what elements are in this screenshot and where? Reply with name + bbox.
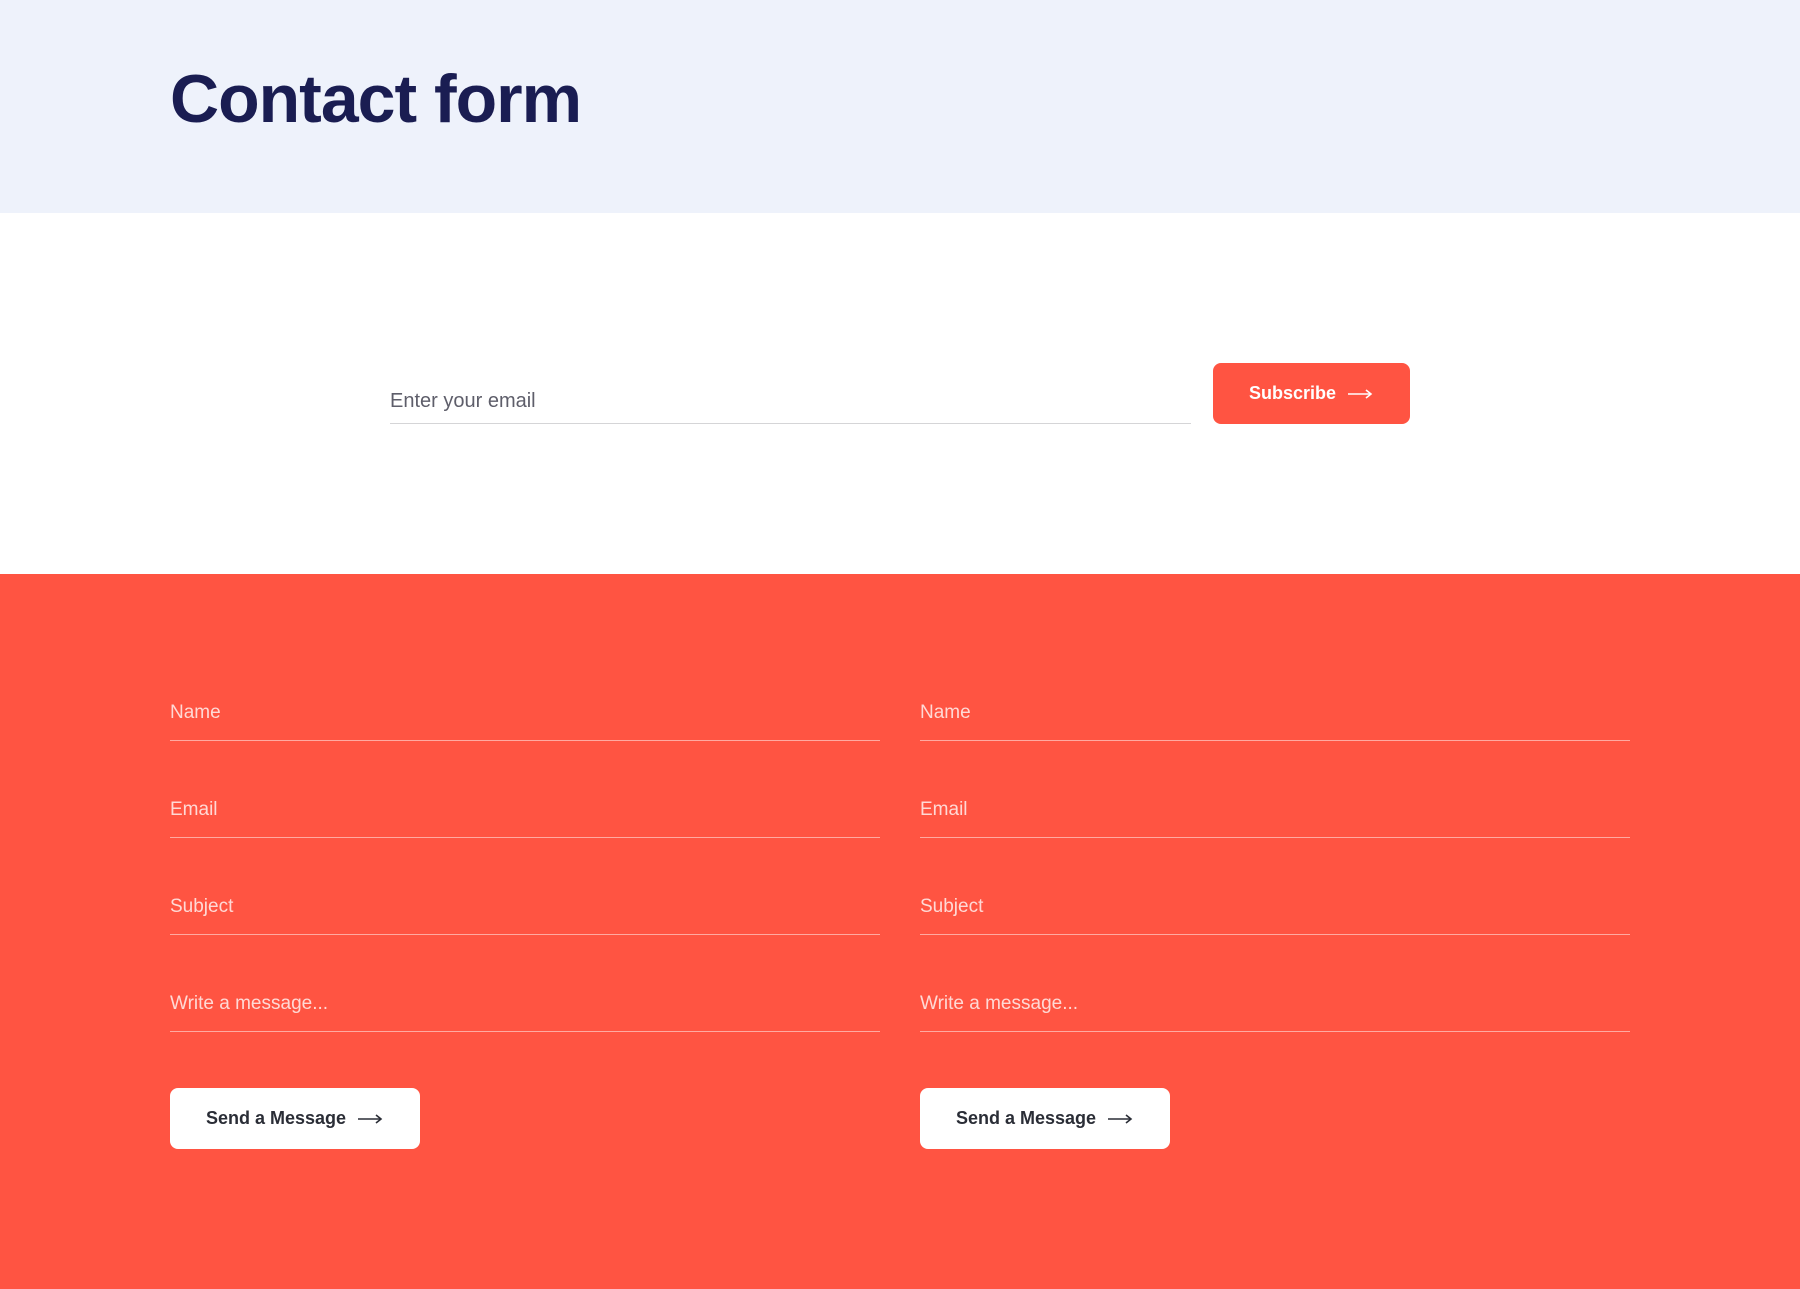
subscribe-button-label: Subscribe <box>1249 383 1336 404</box>
email-input[interactable] <box>170 791 880 838</box>
arrow-right-icon <box>358 1108 384 1129</box>
send-message-button[interactable]: Send a Message <box>170 1088 420 1149</box>
send-row: Send a Message <box>920 1088 1630 1149</box>
send-button-label: Send a Message <box>956 1108 1096 1129</box>
contact-columns: Send a Message Send a Message <box>140 694 1660 1149</box>
subscribe-email-input[interactable] <box>390 380 1191 424</box>
subscribe-button[interactable]: Subscribe <box>1213 363 1410 424</box>
name-input[interactable] <box>170 694 880 741</box>
contact-form-left: Send a Message <box>170 694 880 1149</box>
send-message-button[interactable]: Send a Message <box>920 1088 1170 1149</box>
name-input[interactable] <box>920 694 1630 741</box>
page-title: Contact form <box>170 60 1630 138</box>
hero-section: Contact form <box>0 0 1800 213</box>
subscribe-section: Subscribe <box>0 213 1800 574</box>
email-input[interactable] <box>920 791 1630 838</box>
contact-form-right: Send a Message <box>920 694 1630 1149</box>
subject-input[interactable] <box>920 888 1630 935</box>
message-input[interactable] <box>170 985 880 1032</box>
arrow-right-icon <box>1348 383 1374 404</box>
send-row: Send a Message <box>170 1088 880 1149</box>
contact-section: Send a Message Send a Message <box>0 574 1800 1289</box>
message-input[interactable] <box>920 985 1630 1032</box>
send-button-label: Send a Message <box>206 1108 346 1129</box>
subscribe-row: Subscribe <box>390 363 1410 424</box>
subject-input[interactable] <box>170 888 880 935</box>
hero-inner: Contact form <box>140 60 1660 138</box>
arrow-right-icon <box>1108 1108 1134 1129</box>
